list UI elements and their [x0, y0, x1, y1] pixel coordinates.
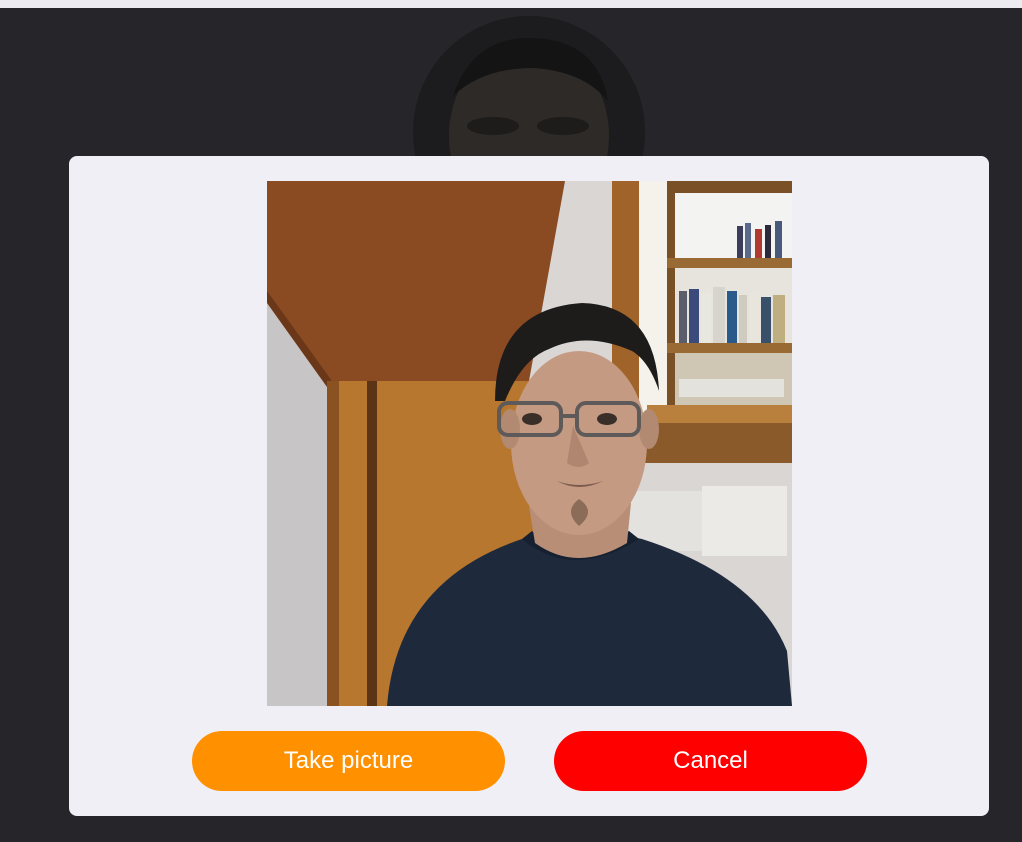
camera-modal: Take picture Cancel: [69, 156, 989, 816]
webcam-preview: [267, 181, 792, 706]
take-picture-button[interactable]: Take picture: [192, 731, 505, 791]
top-bar-strip: [0, 0, 1022, 8]
top-bar: [0, 0, 1022, 14]
cancel-button[interactable]: Cancel: [554, 731, 867, 791]
